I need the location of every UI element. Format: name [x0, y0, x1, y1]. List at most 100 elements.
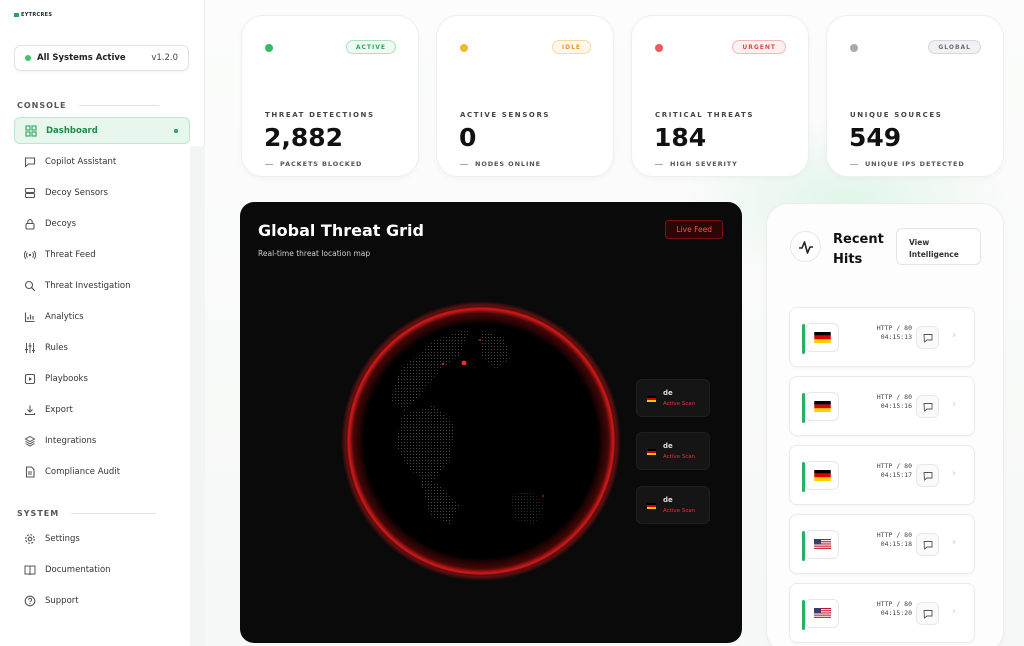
chevron-right-icon[interactable]: ›: [952, 399, 956, 410]
stat-card-active-sensors[interactable]: IDLE ACTIVE SENSORS 0 NODES ONLINE: [436, 15, 614, 177]
sidebar-item-label: Settings: [45, 533, 80, 544]
sidebar-item-threat-investigation[interactable]: Threat Investigation: [14, 272, 190, 299]
system-status[interactable]: All Systems Active v1.2.0: [14, 45, 189, 71]
hit-row[interactable]: HTTP / 80 04:15:13 ›: [789, 307, 975, 367]
sliders-icon: [24, 342, 36, 354]
sidebar-scroll-track: [190, 146, 205, 646]
live-feed-badge[interactable]: Live Feed: [665, 220, 723, 239]
hit-protocol-time: HTTP / 80 04:15:13: [876, 324, 912, 341]
map-hit-card[interactable]: de Active Scan: [636, 379, 710, 417]
chevron-right-icon[interactable]: ›: [952, 468, 956, 479]
sidebar-item-label: Playbooks: [45, 373, 88, 384]
broadcast-icon: [24, 249, 36, 261]
message-icon[interactable]: [916, 533, 939, 556]
message-icon[interactable]: [916, 602, 939, 625]
lock-icon: [24, 218, 36, 230]
sidebar-item-label: Decoy Sensors: [45, 187, 108, 198]
activity-icon: [790, 231, 821, 262]
hit-protocol-time: HTTP / 80 04:15:17: [876, 462, 912, 479]
hit-status: Active Scan: [663, 508, 696, 514]
document-icon: [24, 465, 36, 478]
map-hit-card[interactable]: de Active Scan: [636, 486, 710, 524]
chevron-right-icon[interactable]: ›: [952, 537, 956, 548]
stat-card-threat-detections[interactable]: ACTIVE THREAT DETECTIONS 2,882 PACKETS B…: [241, 15, 419, 177]
sidebar-item-threat-feed[interactable]: Threat Feed: [14, 241, 190, 268]
sidebar-item-export[interactable]: Export: [14, 396, 190, 423]
hit-status: Active Scan: [663, 454, 696, 460]
stat-value: 0: [459, 123, 477, 152]
status-badge: ACTIVE: [345, 40, 396, 54]
play-icon: [24, 373, 36, 385]
sidebar-item-integrations[interactable]: Integrations: [14, 427, 190, 454]
message-icon[interactable]: [916, 464, 939, 487]
stat-sublabel: HIGH SEVERITY: [655, 160, 738, 168]
sidebar-item-compliance-audit[interactable]: Compliance Audit: [14, 458, 190, 485]
sidebar-item-label: Dashboard: [46, 125, 98, 136]
layers-icon: [24, 435, 36, 447]
main-content: ACTIVE THREAT DETECTIONS 2,882 PACKETS B…: [205, 0, 1024, 646]
stat-label: THREAT DETECTIONS: [265, 111, 375, 119]
status-dot-icon: [25, 55, 31, 61]
map-hit-card[interactable]: de Active Scan: [636, 432, 710, 470]
stat-label: UNIQUE SOURCES: [850, 111, 943, 119]
hit-row[interactable]: HTTP / 80 04:15:18 ›: [789, 514, 975, 574]
sidebar-item-label: Compliance Audit: [45, 466, 121, 477]
threat-globe[interactable]: [340, 300, 622, 582]
hit-country: de: [663, 389, 673, 397]
hit-row[interactable]: HTTP / 80 04:15:16 ›: [789, 376, 975, 436]
sidebar-item-label: Threat Investigation: [45, 280, 131, 291]
sidebar-item-dashboard[interactable]: Dashboard: [14, 117, 190, 144]
stat-card-critical-threats[interactable]: URGENT CRITICAL THREATS 184 HIGH SEVERIT…: [631, 15, 809, 177]
chevron-right-icon[interactable]: ›: [952, 606, 956, 617]
sidebar-item-documentation[interactable]: Documentation: [14, 556, 190, 583]
logo[interactable]: EYTRCRES: [14, 12, 52, 18]
chevron-right-icon[interactable]: ›: [952, 330, 956, 341]
sidebar-item-label: Documentation: [45, 564, 111, 575]
message-icon[interactable]: [916, 326, 939, 349]
usa-flag-icon: [805, 530, 839, 559]
threat-marker: [441, 362, 445, 366]
status-badge: URGENT: [732, 40, 786, 54]
sidebar-item-decoys[interactable]: Decoys: [14, 210, 190, 237]
status-dot-icon: [850, 44, 858, 52]
usa-flag-icon: [805, 599, 839, 628]
gear-icon: [24, 533, 36, 545]
recent-hits-panel: Recent Hits View Intelligence HTTP / 80 0…: [766, 203, 1004, 646]
hit-row[interactable]: HTTP / 80 04:15:20 ›: [789, 583, 975, 643]
sidebar-item-copilot-assistant[interactable]: Copilot Assistant: [14, 148, 190, 175]
version-label: v1.2.0: [151, 53, 178, 63]
germany-flag-icon: [647, 449, 656, 455]
sidebar-item-decoy-sensors[interactable]: Decoy Sensors: [14, 179, 190, 206]
sidebar-item-label: Integrations: [45, 435, 97, 446]
sidebar-item-analytics[interactable]: Analytics: [14, 303, 190, 330]
sidebar-item-playbooks[interactable]: Playbooks: [14, 365, 190, 392]
hit-protocol-time: HTTP / 80 04:15:16: [876, 393, 912, 410]
sidebar-item-rules[interactable]: Rules: [14, 334, 190, 361]
sidebar-item-settings[interactable]: Settings: [14, 525, 190, 552]
stat-value: 2,882: [264, 123, 344, 152]
chat-icon: [24, 156, 36, 168]
download-icon: [24, 404, 36, 416]
sidebar: EYTRCRES All Systems Active v1.2.0 CONSO…: [0, 0, 205, 646]
active-indicator: [174, 128, 178, 133]
threat-marker: [479, 339, 481, 341]
hit-status: Active Scan: [663, 401, 696, 407]
stat-value: 184: [654, 123, 707, 152]
panel-title: Global Threat Grid: [258, 221, 424, 240]
status-badge: IDLE: [551, 40, 591, 54]
sidebar-item-label: Analytics: [45, 311, 84, 322]
panel-title: Recent Hits: [833, 232, 884, 267]
germany-flag-icon: [647, 396, 656, 402]
message-icon[interactable]: [916, 395, 939, 418]
view-intelligence-button[interactable]: View Intelligence: [896, 228, 981, 265]
stat-card-unique-sources[interactable]: GLOBAL UNIQUE SOURCES 549 UNIQUE IPS DET…: [826, 15, 1004, 177]
hit-country: de: [663, 442, 673, 450]
stat-value: 549: [849, 123, 902, 152]
sidebar-item-support[interactable]: Support: [14, 587, 190, 614]
sidebar-item-label: Export: [45, 404, 73, 415]
stat-label: CRITICAL THREATS: [655, 111, 755, 119]
hit-row[interactable]: HTTP / 80 04:15:17 ›: [789, 445, 975, 505]
section-label-system: SYSTEM: [17, 509, 157, 518]
germany-flag-icon: [647, 503, 656, 509]
germany-flag-icon: [805, 323, 839, 352]
